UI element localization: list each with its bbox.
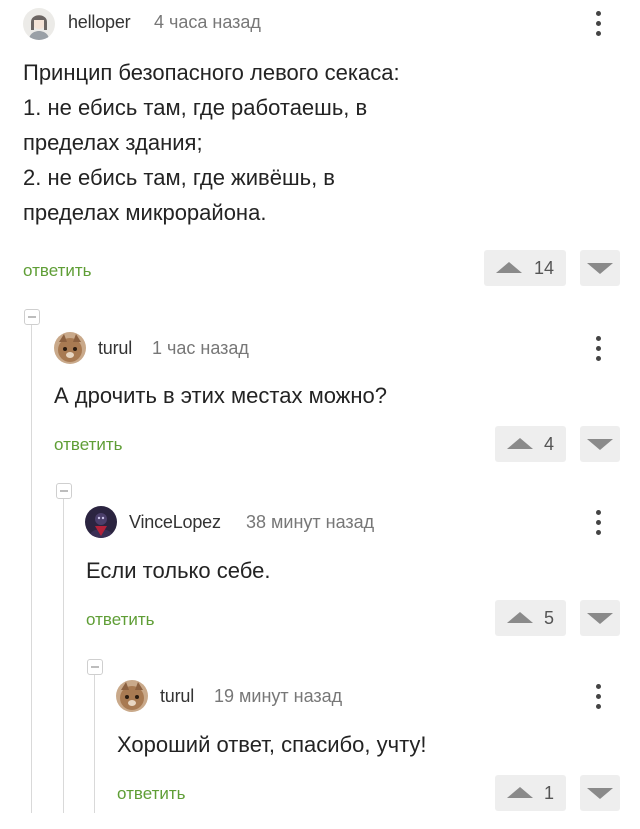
reply-link[interactable]: ответить — [54, 435, 123, 455]
girl-avatar-icon — [23, 8, 55, 40]
comment-time: 38 минут назад — [246, 512, 375, 532]
arrow-up-icon — [507, 438, 533, 449]
more-options-icon[interactable] — [593, 11, 603, 37]
user-avatar[interactable] — [116, 680, 148, 712]
arrow-down-icon — [587, 439, 613, 450]
arrow-up-icon — [507, 612, 533, 623]
comment-text-line: пределах здания; — [23, 130, 203, 155]
comment-text-line: Принцип безопасного левого секаса: — [23, 60, 400, 85]
comment-text: Хороший ответ, спасибо, учту! — [117, 727, 617, 762]
comment-text-line: Если только себе. — [86, 558, 271, 583]
comment-text-line: 1. не ебись там, где работаешь, в — [23, 95, 368, 120]
rating-count: 1 — [544, 783, 555, 803]
vote-down-button[interactable] — [580, 250, 620, 286]
user-avatar[interactable] — [54, 332, 86, 364]
vote-up-button[interactable]: 4 — [495, 426, 566, 462]
comment: VinceLopez 38 минут назад Если только се… — [0, 496, 640, 646]
arrow-down-icon — [587, 788, 613, 799]
comment-author[interactable]: helloper — [68, 12, 131, 33]
reply-link[interactable]: ответить — [86, 610, 155, 630]
comment-author[interactable]: turul — [98, 338, 132, 359]
comment-time: 4 часа назад — [154, 12, 261, 32]
arrow-down-icon — [587, 613, 613, 624]
comment-author[interactable]: VinceLopez — [129, 512, 221, 533]
reply-link[interactable]: ответить — [23, 261, 92, 281]
more-options-icon[interactable] — [593, 336, 603, 362]
cat-avatar-icon — [116, 680, 148, 712]
more-options-icon[interactable] — [593, 510, 603, 536]
comment: turul 19 минут назад Хороший ответ, спас… — [0, 672, 640, 822]
comment-time: 19 минут назад — [214, 686, 343, 706]
comment-text: Если только себе. — [86, 553, 616, 588]
comment: helloper 4 часа назад Принцип безопасног… — [0, 0, 640, 290]
rating-count: 5 — [544, 608, 555, 628]
user-avatar[interactable] — [85, 506, 117, 538]
comment-text-line: Хороший ответ, спасибо, учту! — [117, 732, 427, 757]
cat-avatar-icon — [54, 332, 86, 364]
vote-up-button[interactable]: 14 — [484, 250, 566, 286]
comment-text: А дрочить в этих местах можно? — [54, 378, 614, 413]
comment-text: Принцип безопасного левого секаса: 1. не… — [23, 55, 613, 230]
reply-link[interactable]: ответить — [117, 784, 186, 804]
vote-up-button[interactable]: 1 — [495, 775, 566, 811]
comment-time: 1 час назад — [152, 338, 249, 358]
comment-author[interactable]: turul — [160, 686, 194, 707]
more-options-icon[interactable] — [593, 684, 603, 710]
user-avatar[interactable] — [23, 8, 55, 40]
dark-hero-avatar-icon — [85, 506, 117, 538]
comment-text-line: А дрочить в этих местах можно? — [54, 383, 388, 408]
comment: turul 1 час назад А дрочить в этих места… — [0, 320, 640, 470]
vote-down-button[interactable] — [580, 775, 620, 811]
rating-count: 4 — [544, 434, 555, 454]
vote-down-button[interactable] — [580, 600, 620, 636]
arrow-up-icon — [507, 787, 533, 798]
vote-down-button[interactable] — [580, 426, 620, 462]
comment-text-line: 2. не ебись там, где живёшь, в — [23, 165, 335, 190]
vote-up-button[interactable]: 5 — [495, 600, 566, 636]
arrow-down-icon — [587, 263, 613, 274]
rating-count: 14 — [534, 258, 555, 278]
comment-text-line: пределах микрорайона. — [23, 200, 267, 225]
arrow-up-icon — [496, 262, 522, 273]
